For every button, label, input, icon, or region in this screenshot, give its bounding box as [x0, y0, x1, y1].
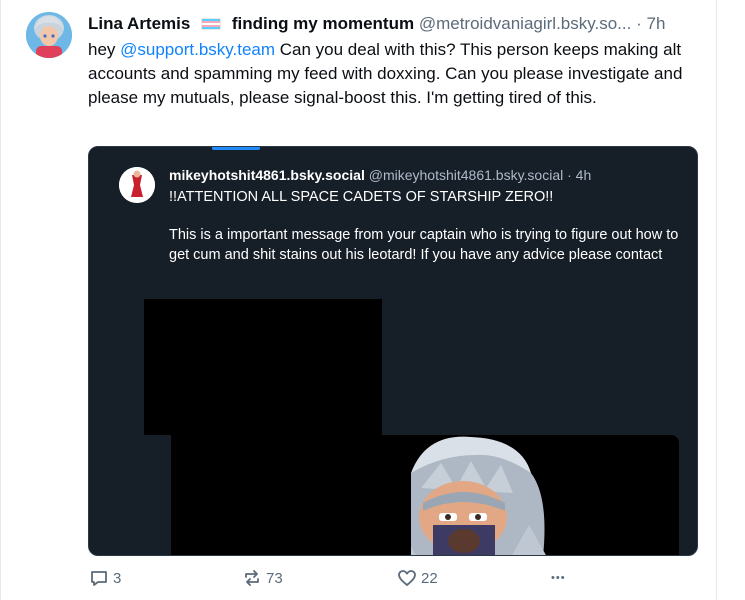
author-display-name[interactable]: Lina Artemis — [88, 14, 190, 33]
quoted-author-avatar[interactable] — [119, 167, 155, 203]
reply-count: 3 — [113, 569, 122, 587]
more-icon: ••• — [551, 572, 566, 584]
quoted-post-line-2: This is a important message from your ca… — [169, 227, 679, 263]
trans-flag-icon — [201, 18, 222, 30]
redaction-box — [144, 299, 382, 435]
like-icon — [397, 568, 417, 588]
quoted-meta-separator: · — [567, 167, 572, 183]
scroll-indicator — [212, 147, 260, 150]
repost-button[interactable]: 73 — [242, 566, 283, 590]
feed-border-right — [716, 0, 717, 600]
quoted-post-line-1: !!ATTENTION ALL SPACE CADETS OF STARSHIP… — [169, 189, 554, 205]
quoted-post-timestamp[interactable]: 4h — [576, 167, 592, 183]
post-header: Lina Artemis finding my momentum @metroi… — [88, 13, 700, 35]
post-action-bar: 3 73 22 ••• — [0, 566, 716, 590]
repost-icon — [242, 568, 262, 588]
author-avatar[interactable] — [26, 12, 72, 58]
quoted-post-header: mikeyhotshit4861.bsky.social @mikeyhotsh… — [169, 166, 689, 184]
like-count: 22 — [421, 569, 438, 587]
quoted-post-text: !!ATTENTION ALL SPACE CADETS OF STARSHIP… — [169, 187, 689, 265]
quoted-author-handle[interactable]: @mikeyhotshit4861.bsky.social — [369, 167, 563, 183]
feed-border-left — [0, 0, 1, 600]
more-options-button[interactable]: ••• — [551, 566, 566, 590]
reply-button[interactable]: 3 — [89, 566, 121, 590]
repost-count: 73 — [266, 569, 283, 587]
mention-link[interactable]: @support.bsky.team — [120, 40, 275, 59]
post-timestamp[interactable]: 7h — [647, 14, 666, 33]
quoted-author-name[interactable]: mikeyhotshit4861.bsky.social — [169, 167, 365, 183]
author-handle[interactable]: @metroidvaniagirl.bsky.so... — [419, 14, 632, 33]
reply-icon — [89, 568, 109, 588]
like-button[interactable]: 22 — [397, 566, 438, 590]
image-redaction-box — [171, 435, 411, 555]
post-text: hey @support.bsky.team Can you deal with… — [88, 38, 688, 110]
author-name-suffix[interactable]: finding my momentum — [232, 14, 414, 33]
meta-separator: · — [636, 14, 642, 33]
post-text-prefix: hey — [88, 40, 121, 59]
quoted-post-embed[interactable]: mikeyhotshit4861.bsky.social @mikeyhotsh… — [88, 146, 698, 556]
